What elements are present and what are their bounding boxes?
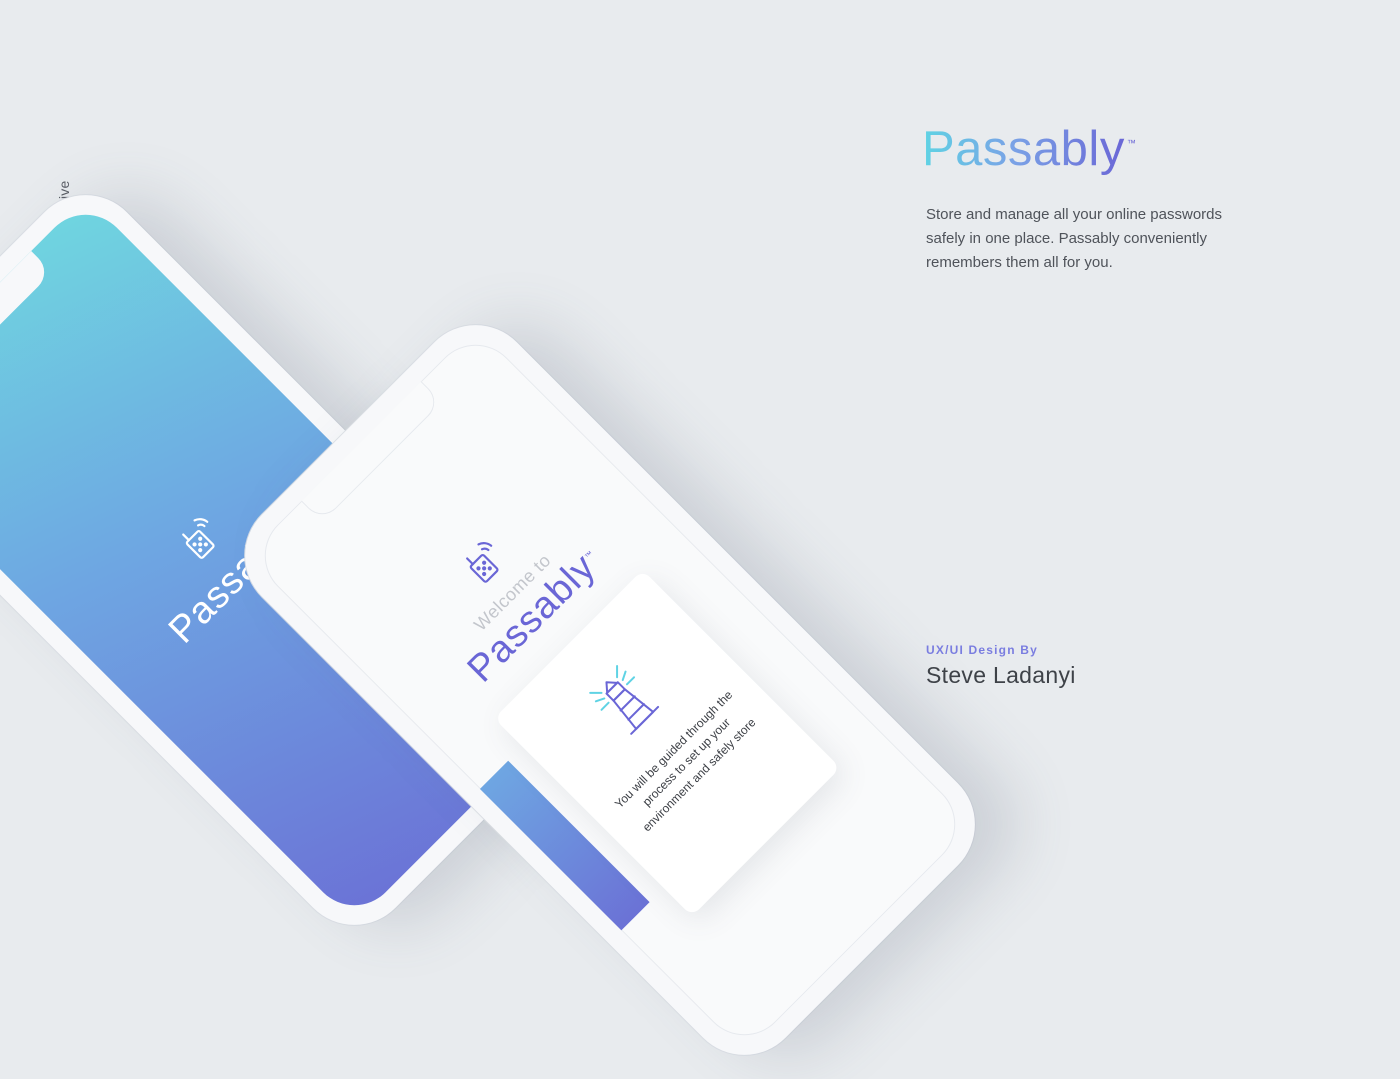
designer-name: Steve Ladanyi xyxy=(926,662,1076,688)
brand-trademark: ™ xyxy=(1126,138,1136,148)
phone-notch xyxy=(0,250,53,393)
brand-logo: Passably ™ xyxy=(922,118,1136,188)
welcome-screen: Welcome to Passably™ You will be guided … xyxy=(246,326,974,1054)
brand-name: Passably xyxy=(922,118,1125,180)
lighthouse-icon xyxy=(589,664,660,735)
product-description: Store and manage all your online passwor… xyxy=(926,206,1223,271)
credit-label: UX/UI Design By xyxy=(926,643,1039,657)
